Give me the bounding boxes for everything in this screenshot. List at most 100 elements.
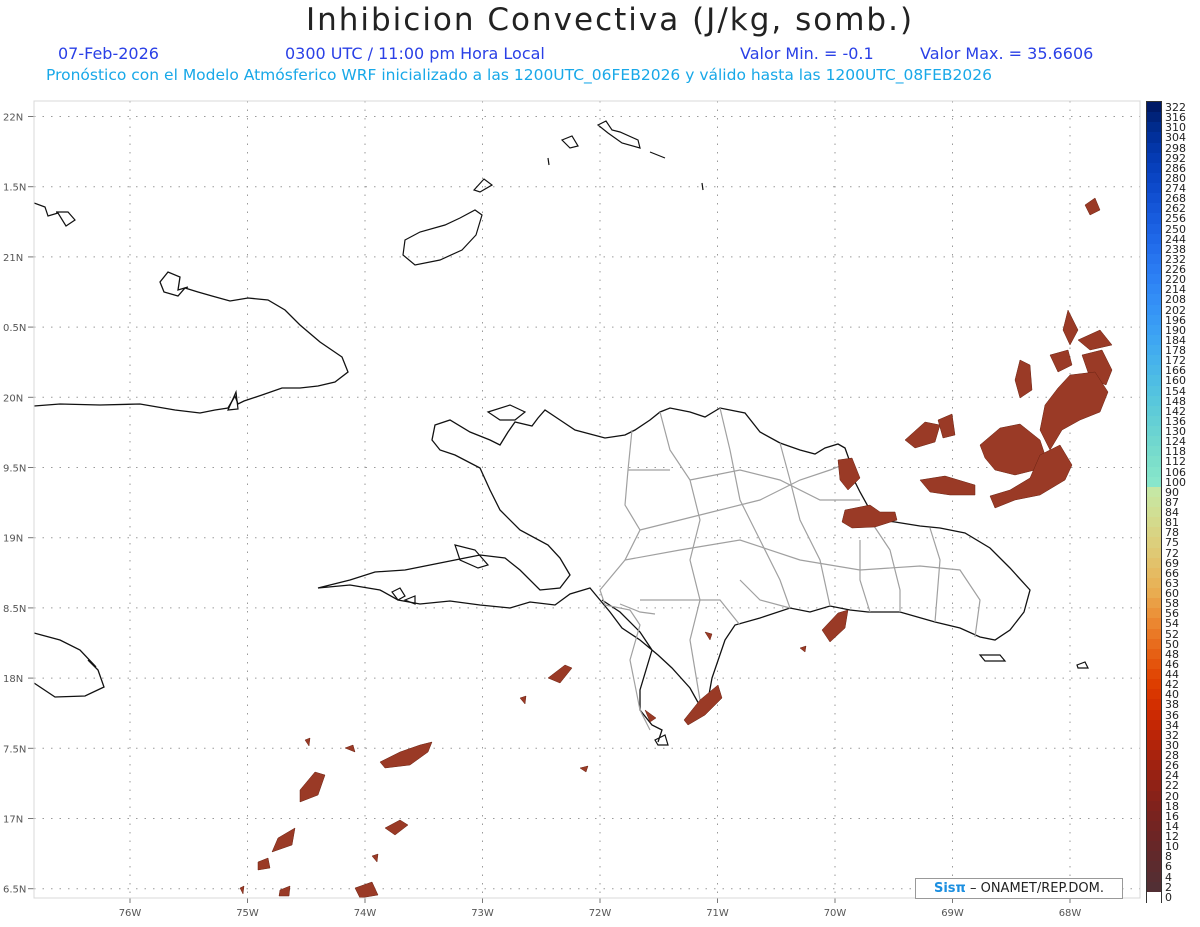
colorbar-swatch [1147, 577, 1161, 589]
colorbar-swatch [1147, 446, 1161, 458]
colorbar-swatch [1147, 800, 1161, 812]
colorbar-swatch [1147, 831, 1161, 842]
hispaniola-islands [391, 404, 1089, 746]
colorbar-swatch [1147, 102, 1161, 113]
colorbar-swatch [1147, 193, 1161, 204]
bahamas-islands [402, 120, 704, 266]
colorbar-swatch [1147, 669, 1161, 680]
colorbar-swatch [1147, 415, 1161, 427]
latitude-labels: 22N 1.5N 21N 0.5N 20N 9.5N 19N 8.5N 18N 7.5N 17N 6.… [3, 113, 34, 896]
colorbar-swatch [1147, 324, 1161, 336]
colorbar-swatch [1147, 527, 1161, 539]
lat-label: 8.5N [3, 604, 26, 615]
colorbar-swatch [1147, 375, 1161, 387]
lat-label: 19N [3, 534, 23, 545]
colorbar-swatch [1147, 152, 1161, 164]
colorbar-swatch [1147, 112, 1161, 123]
colorbar-swatch [1147, 709, 1161, 721]
colorbar-swatch [1147, 861, 1161, 873]
colorbar-swatch [1147, 456, 1161, 468]
colorbar-swatch [1147, 486, 1161, 498]
colorbar-swatch [1147, 426, 1161, 437]
colorbar-swatch [1147, 203, 1161, 214]
colorbar-swatch [1147, 679, 1161, 690]
colorbar-swatch [1147, 841, 1161, 852]
colorbar-swatch [1147, 334, 1161, 346]
colorbar [1146, 101, 1162, 903]
colorbar-swatch [1147, 496, 1161, 508]
colorbar-swatch [1147, 739, 1161, 751]
lat-label: 6.5N [3, 885, 26, 896]
colorbar-swatch [1147, 142, 1161, 154]
map-panel: 22N 1.5N 21N 0.5N 20N 9.5N 19N 8.5N 18N 7.5N 17N 6.… [3, 100, 1141, 919]
colorbar-swatch [1147, 598, 1161, 609]
colorbar-swatch [1147, 658, 1161, 670]
colorbar-swatch [1147, 132, 1161, 144]
lon-label: 71W [706, 908, 729, 919]
cuba-coastline [34, 271, 349, 698]
colorbar-swatch [1147, 385, 1161, 397]
colorbar-swatch [1147, 365, 1161, 376]
colorbar-swatch [1147, 162, 1161, 174]
colorbar-swatch [1147, 638, 1161, 650]
credit-box: Sisπ – ONAMET/REP.DOM. [915, 878, 1123, 899]
colorbar-swatch [1147, 436, 1161, 447]
hispaniola-coastline [317, 407, 1031, 743]
lon-label: 72W [589, 908, 612, 919]
colorbar-swatch [1147, 395, 1161, 407]
lon-label: 70W [824, 908, 847, 919]
colorbar-swatch [1147, 881, 1161, 893]
colorbar-swatch [1147, 891, 1161, 903]
colorbar-swatch [1147, 719, 1161, 731]
map-frame [33, 100, 1141, 899]
credit-text: – ONAMET/REP.DOM. [969, 881, 1104, 896]
lat-label: 18N [3, 674, 23, 685]
colorbar-swatch [1147, 699, 1161, 711]
colorbar-swatch [1147, 608, 1161, 620]
colorbar-swatch [1147, 770, 1161, 782]
lon-label: 73W [471, 908, 494, 919]
cin-shading [239, 197, 1113, 898]
colorbar-swatch [1147, 355, 1161, 366]
sispi-logo: Sisπ [933, 881, 966, 896]
colorbar-swatch [1147, 537, 1161, 549]
lon-label: 76W [119, 908, 142, 919]
colorbar-swatch [1147, 172, 1161, 184]
lat-label: 0.5N [3, 323, 26, 334]
colorbar-swatch [1147, 233, 1161, 245]
colorbar-swatch [1147, 557, 1161, 569]
lon-label: 69W [941, 908, 964, 919]
colorbar-swatch [1147, 507, 1161, 518]
colorbar-swatch [1147, 750, 1161, 761]
lat-lon-grid [34, 101, 1140, 898]
colorbar-swatch [1147, 790, 1161, 802]
colorbar-swatch [1147, 274, 1161, 285]
colorbar-swatch [1147, 567, 1161, 579]
colorbar-swatch [1147, 871, 1161, 883]
colorbar-swatch [1147, 284, 1161, 295]
colorbar-swatch [1147, 517, 1161, 528]
colorbar-swatch [1147, 760, 1161, 771]
colorbar-swatch [1147, 183, 1161, 194]
colorbar-swatch [1147, 476, 1161, 488]
cuba-keys [34, 202, 239, 411]
colorbar-swatch [1147, 648, 1161, 660]
political-borders [599, 407, 981, 731]
colorbar-swatch [1147, 122, 1161, 133]
lat-label: 9.5N [3, 464, 26, 475]
colorbar-swatch [1147, 729, 1161, 741]
colorbar-swatch [1147, 253, 1161, 265]
colorbar-swatch [1147, 628, 1161, 640]
lat-label: 17N [3, 815, 23, 826]
colorbar-swatch [1147, 466, 1161, 478]
colorbar-swatch [1147, 304, 1161, 316]
colorbar-swatch [1147, 588, 1161, 599]
colorbar-swatch [1147, 223, 1161, 235]
colorbar-swatch [1147, 345, 1161, 356]
colorbar-swatch [1147, 547, 1161, 559]
lon-label: 68W [1059, 908, 1082, 919]
colorbar-swatch [1147, 780, 1161, 792]
longitude-labels: 76W 75W 74W 73W 72W 71W 70W 69W 68W [119, 898, 1082, 919]
colorbar-label: 0 [1165, 890, 1172, 904]
colorbar-swatch [1147, 405, 1161, 417]
